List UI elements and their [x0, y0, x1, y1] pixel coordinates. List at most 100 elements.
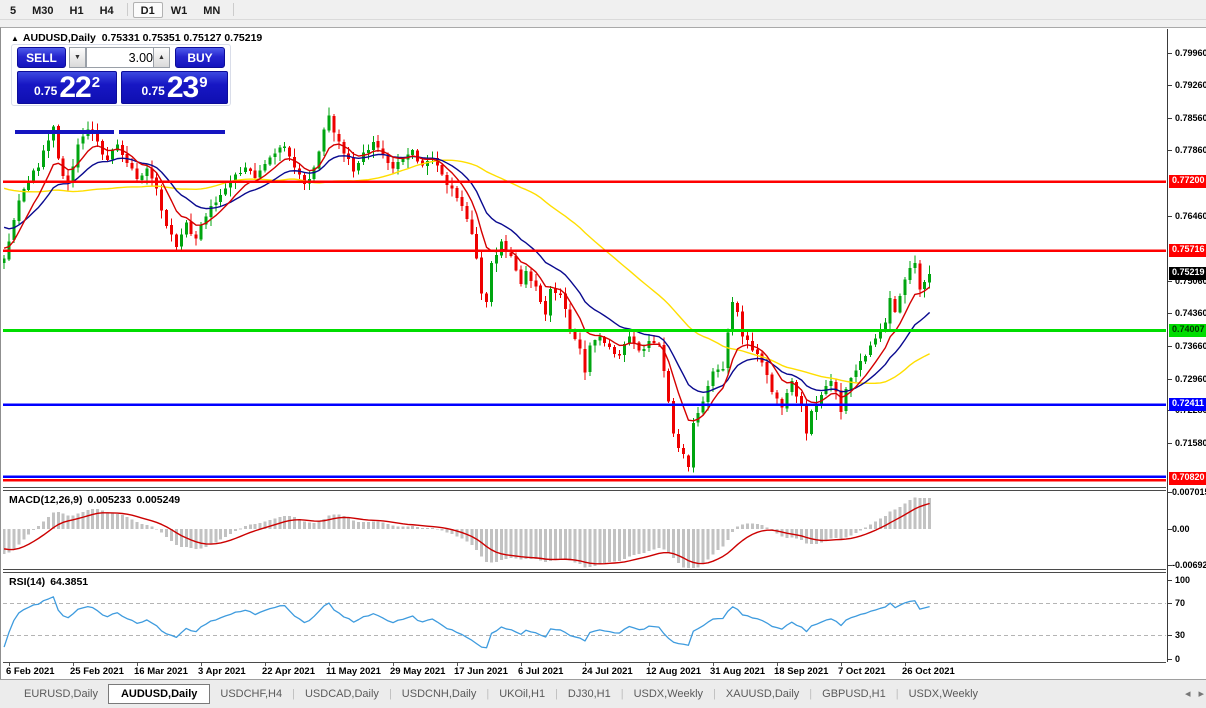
macd-tick-label: -0.00692: [1172, 559, 1206, 570]
price-tick-label: 0.79960: [1175, 47, 1206, 58]
date-tick-label: 18 Sep 2021: [774, 666, 829, 677]
date-tick-label: 11 May 2021: [326, 666, 381, 677]
timeframe-toolbar: 5 M30 H1 H4 D1 W1 MN: [0, 0, 1206, 20]
chart-title: ▲ AUDUSD,Daily 0.75331 0.75351 0.75127 0.…: [11, 32, 262, 44]
volume-increase-button[interactable]: ▲: [153, 47, 170, 68]
date-tick-label: 29 May 2021: [390, 666, 446, 677]
rsi-tick-mark: [1168, 603, 1172, 605]
price-tick-mark: [1168, 150, 1172, 152]
sell-price-box[interactable]: 0.75 22 2: [17, 71, 117, 104]
chart-symbol: AUDUSD,Daily: [22, 32, 96, 44]
date-tick-label: 17 Jun 2021: [454, 666, 508, 677]
tab-ukoil-h1[interactable]: UKOil,H1: [489, 684, 555, 704]
macd-tick-label: 0.007015: [1172, 486, 1206, 497]
price-axis[interactable]: 0.79960 0.79260 0.78560 0.77860 0.76460 0.750…: [1167, 29, 1206, 664]
tab-xauusd-daily[interactable]: XAUUSD,Daily: [716, 684, 809, 704]
timeframe-button-H1[interactable]: H1: [62, 2, 92, 18]
volume-decrease-button[interactable]: ▼: [69, 47, 86, 68]
collapse-arrow-icon[interactable]: ▲: [11, 34, 19, 43]
macd-indicator-panel[interactable]: MACD(12,26,9) 0.005233 0.005249: [3, 490, 1166, 570]
date-tick-label: 22 Apr 2021: [262, 666, 315, 677]
down-arrow-icon: ▼: [74, 54, 81, 61]
chart-ohlc-values: 0.75331 0.75351 0.75127 0.75219: [101, 32, 263, 44]
resistance-price-label: 0.75716: [1169, 244, 1206, 258]
date-tick-label: 31 Aug 2021: [710, 666, 766, 677]
buy-price-prefix: 0.75: [141, 84, 165, 98]
rsi-tick-label: 30: [1175, 629, 1186, 640]
timeframe-button-5[interactable]: 5: [2, 2, 24, 18]
tab-audusd-daily[interactable]: AUDUSD,Daily: [107, 684, 211, 704]
timeframe-button-H4[interactable]: H4: [92, 2, 122, 18]
tab-eurusd-daily[interactable]: EURUSD,Daily: [14, 684, 108, 704]
tab-usdcnh-daily[interactable]: USDCNH,Daily: [392, 684, 487, 704]
buy-button[interactable]: BUY: [175, 47, 225, 68]
price-tick-label: 0.78560: [1175, 112, 1206, 123]
macd-signal-value: 0.005249: [136, 494, 181, 506]
rsi-tick-label: 100: [1175, 574, 1191, 585]
price-tick-mark: [1168, 85, 1172, 87]
rsi-value: 64.3851: [50, 576, 89, 588]
toolbar-separator: [126, 3, 128, 16]
current-price-label: 0.75219: [1169, 267, 1206, 281]
rsi-indicator-panel[interactable]: RSI(14) 64.3851: [3, 572, 1166, 663]
price-tick-mark: [1168, 52, 1172, 54]
date-axis[interactable]: 6 Feb 2021 25 Feb 2021 16 Mar 2021 3 Apr 20…: [3, 663, 1166, 680]
tab-gbpusd-h1[interactable]: GBPUSD,H1: [812, 684, 896, 704]
rsi-chart-canvas[interactable]: [3, 573, 1166, 662]
date-tick-label: 26 Oct 2021: [902, 666, 955, 677]
date-tick-label: 16 Mar 2021: [134, 666, 188, 677]
toolbar-separator: [233, 3, 235, 16]
trade-panel-accent-bar: [15, 130, 114, 134]
macd-label: MACD(12,26,9) 0.005233 0.005249: [9, 494, 181, 506]
date-tick-label: 6 Jul 2021: [518, 666, 564, 677]
support-price-label: 0.72411: [1169, 398, 1206, 412]
rsi-tick-mark: [1168, 634, 1172, 636]
support-price-label: 0.70820: [1169, 472, 1206, 486]
price-tick-label: 0.79260: [1175, 80, 1206, 91]
date-tick-label: 25 Feb 2021: [70, 666, 124, 677]
price-tick-label: 0.76460: [1175, 210, 1206, 221]
sell-price-prefix: 0.75: [33, 84, 58, 98]
chart-window: ▲ AUDUSD,Daily 0.75331 0.75351 0.75127 0.…: [0, 27, 1206, 680]
price-tick-mark: [1168, 443, 1172, 444]
one-click-trading-panel: SELL ▼ ▲ BUY 0.75222 0.75239: [11, 44, 231, 106]
sell-button[interactable]: SELL: [17, 47, 66, 68]
rsi-label: RSI(14) 64.3851: [9, 576, 89, 588]
timeframe-button-W1[interactable]: W1: [163, 2, 196, 18]
tab-dj30-h1[interactable]: DJ30,H1: [558, 684, 621, 704]
tab-scroll-right-icon[interactable]: ▸: [1198, 688, 1206, 700]
timeframe-button-D1[interactable]: D1: [132, 1, 163, 18]
buy-price-box[interactable]: 0.75 23 9: [121, 71, 228, 104]
price-tick-mark: [1168, 215, 1172, 217]
timeframe-button-M30[interactable]: M30: [24, 2, 61, 18]
tab-usdchf-h4[interactable]: USDCHF,H4: [210, 684, 292, 704]
price-tick-label: 0.74360: [1175, 308, 1206, 319]
support-price-label: 0.74007: [1169, 323, 1206, 337]
tab-scroll-arrows[interactable]: ◂▸: [1185, 687, 1206, 700]
buy-price-big: 23: [166, 70, 199, 104]
tab-usdx-weekly[interactable]: USDX,Weekly: [624, 684, 713, 704]
mt4-application: { "toolbar": { "timeframes": [ {"label":…: [0, 0, 1206, 708]
chart-tab-bar: EURUSD,Daily AUDUSD,Daily USDCHF,H4 | USDCAD…: [0, 679, 1206, 708]
price-tick-mark: [1168, 378, 1172, 380]
tab-scroll-left-icon[interactable]: ◂: [1185, 688, 1199, 700]
tab-usdx-weekly[interactable]: USDX,Weekly: [899, 684, 988, 704]
price-tick-label: 0.72960: [1175, 373, 1206, 384]
price-tick-label: 0.73660: [1175, 341, 1206, 352]
date-tick-label: 6 Feb 2021: [6, 666, 55, 677]
sell-price-big: 22: [59, 70, 91, 104]
main-chart-panel[interactable]: ▲ AUDUSD,Daily 0.75331 0.75351 0.75127 0.…: [3, 29, 1166, 488]
price-tick-label: 0.77860: [1175, 145, 1206, 156]
volume-input[interactable]: [86, 47, 162, 68]
tab-usdcad-daily[interactable]: USDCAD,Daily: [295, 684, 389, 704]
rsi-tick-mark: [1168, 579, 1172, 581]
trade-panel-accent-bar: [119, 130, 225, 134]
timeframe-button-MN[interactable]: MN: [195, 2, 228, 18]
date-tick-label: 3 Apr 2021: [198, 666, 246, 677]
date-tick-label: 12 Aug 2021: [646, 666, 702, 677]
price-tick-mark: [1168, 280, 1172, 282]
price-tick-mark: [1168, 346, 1172, 348]
up-arrow-icon: ▲: [158, 54, 165, 61]
sell-price-sup: 2: [91, 74, 101, 91]
price-tick-mark: [1168, 117, 1172, 119]
